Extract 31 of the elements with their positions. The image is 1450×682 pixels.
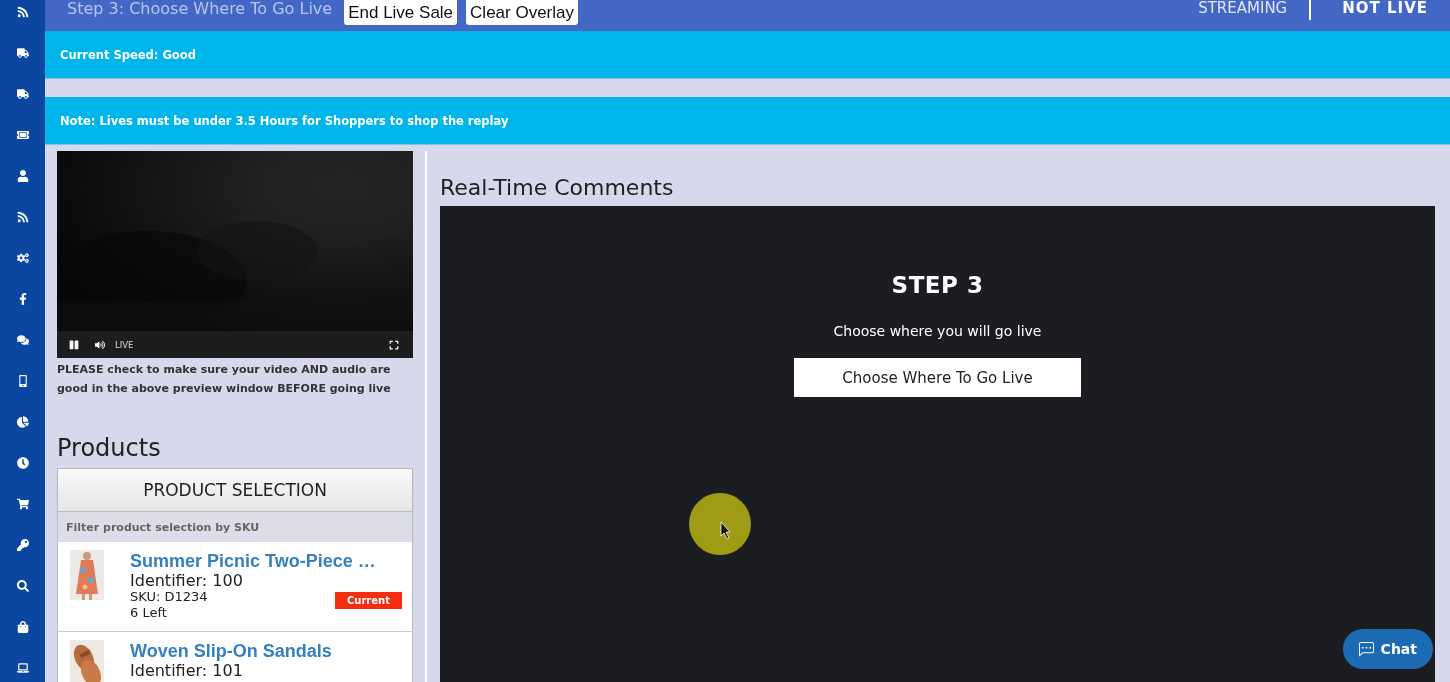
product-name: Summer Picnic Two-Piece … [130, 550, 376, 572]
choose-live-button[interactable]: Choose Where To Go Live [794, 358, 1081, 397]
product-name: Woven Slip-On Sandals [130, 640, 332, 662]
fullscreen-icon[interactable] [389, 339, 399, 350]
streaming-label: STREAMING [1198, 0, 1312, 20]
chat-button[interactable]: Chat [1342, 629, 1433, 669]
product-item[interactable]: Woven Slip-On Sandals Identifier: 101 [58, 632, 412, 682]
products-title: Products [57, 434, 162, 462]
comments-title: Real-Time Comments [440, 175, 675, 200]
volume-icon[interactable] [95, 339, 105, 350]
cursor-highlight-drawing [688, 492, 752, 556]
top-bar-button[interactable]: Clear Overlay [466, 0, 578, 25]
note-banner: Note: Lives must be under 3.5 Hours for Shoppers to shop the replay [45, 97, 1450, 145]
step-label: Step 3: Choose Where To Go Live [67, 0, 333, 17]
preview-notice: PLEASE check to make sure your video AND audio are good in the above preview window BEFORE going live [57, 362, 392, 397]
speed-banner: Current Speed: Good [45, 31, 1450, 79]
product-identifier: Identifier: 100 [130, 572, 243, 589]
product-sku: SKU: D1234 [130, 589, 208, 605]
sku-filter-field[interactable]: Filter product selection by SKU [58, 512, 412, 542]
current-badge: Current [335, 592, 402, 609]
live-status: NOT LIVE [1341, 0, 1429, 17]
top-bar-button[interactable]: End Live Sale [344, 0, 458, 25]
product-selection-button[interactable]: PRODUCT SELECTION [58, 469, 412, 512]
live-label: LIVE [115, 339, 134, 350]
product-stock: 6 Left [130, 605, 167, 621]
pause-icon[interactable] [69, 339, 79, 350]
step-title: STEP 3 [891, 272, 984, 298]
product-item[interactable]: Summer Picnic Two-Piece … Identifier: 100 SKU: D1234 6 Left Current [58, 542, 412, 632]
step-text: Choose where you will go live [833, 323, 1042, 339]
product-identifier: Identifier: 101 [130, 662, 243, 679]
chat-bubble-icon [1358, 641, 1374, 657]
